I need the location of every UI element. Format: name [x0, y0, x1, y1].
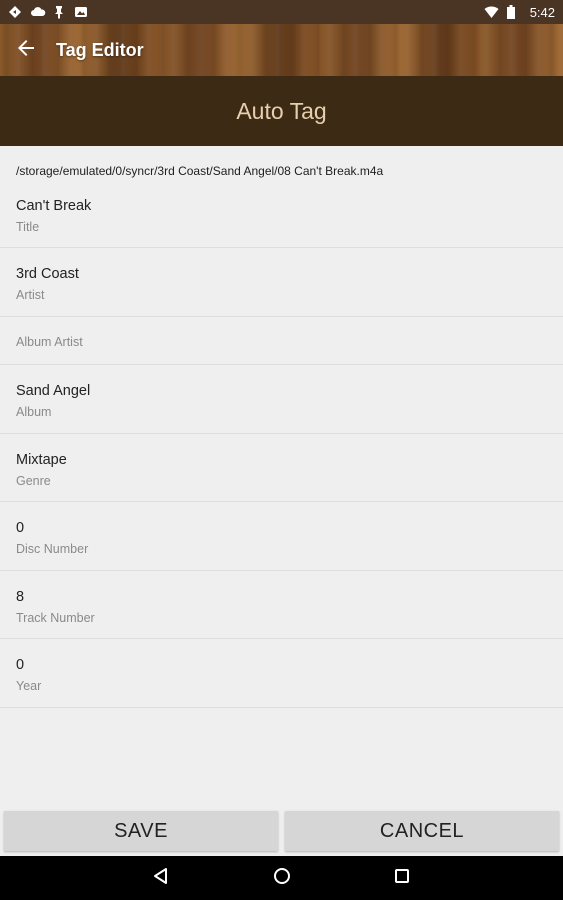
- file-path: /storage/emulated/0/syncr/3rd Coast/Sand…: [16, 164, 384, 178]
- track-number-label: Track Number: [16, 611, 95, 625]
- artist-value[interactable]: 3rd Coast: [16, 266, 79, 282]
- save-button[interactable]: SAVE: [4, 811, 278, 851]
- nav-back-button[interactable]: [131, 856, 191, 900]
- pin-icon: [52, 5, 66, 19]
- cancel-button[interactable]: CANCEL: [285, 811, 559, 851]
- cloud-icon: [30, 5, 46, 19]
- recents-square-icon: [394, 868, 410, 889]
- title-label: Title: [16, 220, 40, 234]
- title-value[interactable]: Can't Break: [16, 198, 91, 214]
- status-right-icons: 5:42: [484, 5, 555, 20]
- year-value[interactable]: 0: [16, 657, 24, 673]
- button-bar: SAVE CANCEL: [0, 806, 563, 856]
- tag-form: /storage/emulated/0/syncr/3rd Coast/Sand…: [0, 146, 563, 806]
- album-value[interactable]: Sand Angel: [16, 383, 90, 399]
- nav-recents-button[interactable]: [372, 856, 432, 900]
- navigation-icon: [8, 5, 22, 19]
- wifi-icon: [484, 5, 499, 19]
- genre-value[interactable]: Mixtape: [16, 452, 67, 468]
- track-number-value[interactable]: 8: [16, 589, 24, 605]
- back-arrow-icon: [17, 39, 35, 62]
- field-row-title[interactable]: Can't Break Title: [0, 190, 563, 248]
- toolbar-title: Tag Editor: [56, 39, 144, 60]
- home-circle-icon: [273, 867, 291, 890]
- disc-number-value[interactable]: 0: [16, 520, 24, 536]
- field-row-genre[interactable]: Mixtape Genre: [0, 434, 563, 502]
- photo-icon: [74, 5, 88, 19]
- field-row-disc-number[interactable]: 0 Disc Number: [0, 502, 563, 571]
- status-left-icons: [8, 5, 88, 19]
- back-button[interactable]: [0, 24, 52, 76]
- field-row-artist[interactable]: 3rd Coast Artist: [0, 248, 563, 317]
- section-header: Auto Tag: [0, 76, 563, 146]
- artist-label: Artist: [16, 288, 45, 302]
- genre-label: Genre: [16, 474, 51, 488]
- field-row-year[interactable]: 0 Year: [0, 639, 563, 708]
- year-label: Year: [16, 679, 42, 693]
- toolbar: Tag Editor: [0, 24, 563, 76]
- back-triangle-icon: [152, 867, 170, 890]
- field-row-track-number[interactable]: 8 Track Number: [0, 571, 563, 639]
- navigation-bar: [0, 856, 563, 900]
- battery-icon: [506, 5, 520, 19]
- section-title: Auto Tag: [236, 97, 327, 124]
- nav-home-button[interactable]: [252, 856, 312, 900]
- status-time: 5:42: [529, 4, 555, 20]
- album-label: Album: [16, 405, 52, 419]
- field-row-album[interactable]: Sand Angel Album: [0, 365, 563, 434]
- status-bar: 5:42: [0, 0, 563, 24]
- field-row-album-artist[interactable]: Album Artist: [0, 317, 563, 365]
- disc-number-label: Disc Number: [16, 542, 89, 556]
- album-artist-label: Album Artist: [16, 335, 83, 349]
